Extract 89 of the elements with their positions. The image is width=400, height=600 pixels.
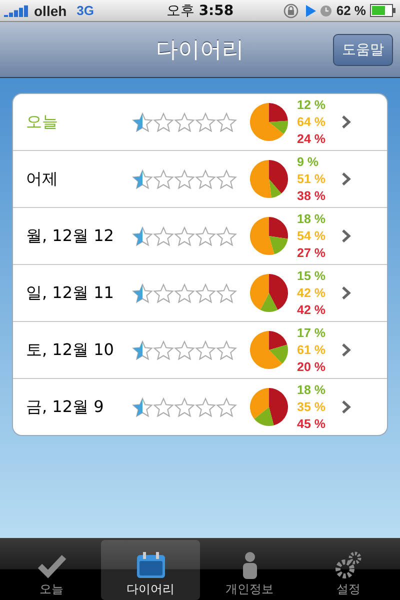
- network-type: 3G: [76, 3, 94, 18]
- star-icon: [153, 396, 174, 418]
- percent-value: 18 %: [297, 382, 326, 398]
- star-icon: [174, 168, 195, 190]
- star-icon: [195, 396, 216, 418]
- percent-value: 35 %: [297, 398, 326, 416]
- gears-icon: [334, 551, 362, 579]
- star-icon: [174, 226, 195, 246]
- diary-entry-row[interactable]: 토, 12월 10 17 % 61 % 20 %: [13, 321, 387, 378]
- percent-value: 61 %: [297, 342, 326, 358]
- pie-chart-icon: [249, 387, 289, 427]
- star-icon: [216, 282, 237, 304]
- star-icon: [216, 340, 237, 360]
- star-icon: [216, 112, 237, 132]
- day-label: 일, 12월 11: [26, 282, 115, 304]
- percent-value: 54 %: [297, 228, 326, 244]
- chevron-icon: [341, 343, 351, 357]
- percent-value: 45 %: [297, 416, 326, 432]
- star-icon: [174, 112, 195, 132]
- star-icon: [132, 396, 153, 418]
- diary-entry-row[interactable]: 금, 12월 9 18 % 35 % 45 %: [13, 378, 387, 435]
- star-icon: [153, 282, 174, 304]
- chevron-icon: [341, 286, 351, 300]
- star-icon: [132, 282, 153, 304]
- day-label: 토, 12월 10: [26, 340, 115, 360]
- percent-value: 27 %: [297, 244, 326, 262]
- diary-entry-row[interactable]: 월, 12월 12 18 % 54 % 27 %: [13, 207, 387, 264]
- percent-value: 15 %: [297, 268, 326, 284]
- day-label: 금, 12월 9: [26, 396, 105, 418]
- star-icon: [195, 340, 216, 360]
- percent-value: 24 %: [297, 130, 326, 148]
- tab[interactable]: 개인정보: [200, 540, 299, 600]
- clock: 오후 3:58: [166, 2, 234, 20]
- tab[interactable]: 설정: [299, 540, 398, 600]
- chevron-icon: [341, 172, 351, 186]
- percent-value: 38 %: [297, 188, 326, 204]
- star-icon: [153, 112, 174, 132]
- star-icon: [153, 340, 174, 360]
- chevron-icon: [341, 115, 351, 129]
- star-icon: [132, 340, 153, 360]
- day-label: 월, 12월 12: [26, 226, 115, 246]
- pie-chart-icon: [249, 159, 289, 199]
- battery-icon: [370, 4, 396, 17]
- star-icon: [195, 112, 216, 132]
- chevron-icon: [341, 400, 351, 414]
- diary-entry-row[interactable]: 일, 12월 11 15 % 42 % 42 %: [13, 264, 387, 321]
- percent-value: 64 %: [297, 114, 326, 130]
- signal-icon: [4, 4, 30, 16]
- day-label: 어제: [26, 168, 59, 190]
- star-icon: [132, 226, 153, 246]
- day-label: 오늘: [26, 112, 59, 132]
- percent-value: 42 %: [297, 284, 326, 302]
- star-icon: [153, 226, 174, 246]
- clock-icon: [320, 4, 332, 16]
- star-icon: [216, 396, 237, 418]
- percent-value: 17 %: [297, 324, 326, 342]
- star-icon: [132, 112, 153, 132]
- play-icon: [305, 4, 316, 16]
- screen-title: 다이어리: [156, 36, 244, 64]
- star-icon: [132, 168, 153, 190]
- star-icon: [174, 340, 195, 360]
- percent-value: 20 %: [297, 358, 326, 376]
- checkmark-icon: [36, 553, 66, 579]
- percent-value: 18 %: [297, 210, 326, 228]
- pie-chart-icon: [249, 330, 289, 370]
- pie-chart-icon: [249, 102, 289, 142]
- star-icon: [195, 282, 216, 304]
- star-icon: [195, 168, 216, 190]
- percent-value: 42 %: [297, 302, 326, 318]
- star-icon: [174, 396, 195, 418]
- star-icon: [216, 226, 237, 246]
- diary-entry-row[interactable]: 오늘 12 % 64 % 24 %: [13, 94, 387, 150]
- carrier-name: olleh: [34, 2, 67, 18]
- battery-level: 62 %: [336, 3, 366, 18]
- tab[interactable]: 다이어리: [101, 540, 200, 600]
- star-icon: [195, 226, 216, 246]
- star-icon: [153, 168, 174, 190]
- help-button[interactable]: 도움말: [333, 34, 393, 66]
- chevron-icon: [341, 229, 351, 243]
- percent-value: 12 %: [297, 96, 326, 114]
- pie-chart-icon: [249, 273, 289, 313]
- star-icon: [174, 282, 195, 304]
- star-icon: [216, 168, 237, 190]
- percent-value: 51 %: [297, 170, 326, 188]
- pie-chart-icon: [249, 216, 289, 256]
- diary-entry-row[interactable]: 어제 9 % 51 % 38 %: [13, 150, 387, 207]
- percent-value: 9 %: [297, 154, 320, 170]
- calendar-icon: [136, 551, 166, 579]
- tab[interactable]: 오늘: [2, 540, 101, 600]
